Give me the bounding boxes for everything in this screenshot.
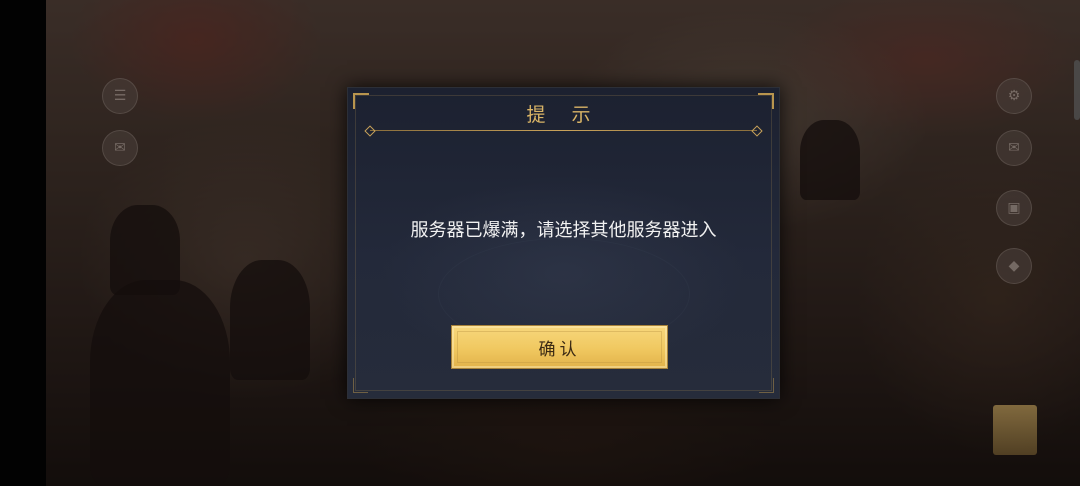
dialog-title: 提 示 — [526, 104, 601, 126]
chat-icon[interactable]: ✉ — [102, 130, 138, 166]
mail-icon[interactable]: ✉ — [996, 130, 1032, 166]
settings-icon[interactable]: ⚙ — [996, 78, 1032, 114]
left-black-bar — [0, 0, 46, 486]
corner-ornament — [353, 378, 368, 393]
bag-icon[interactable]: ▣ — [996, 190, 1032, 226]
dialog-message: 服务器已爆满，请选择其他服务器进入 — [410, 220, 717, 241]
figure-silhouette — [800, 120, 860, 200]
figure-silhouette — [90, 280, 230, 486]
menu-icon[interactable]: ☰ — [102, 78, 138, 114]
confirm-button[interactable]: 确认 — [451, 325, 668, 369]
title-divider — [370, 130, 757, 131]
notice-dialog: 提 示 服务器已爆满，请选择其他服务器进入 确认 — [347, 87, 780, 399]
task-icon[interactable]: ◆ — [996, 248, 1032, 284]
item-slot[interactable] — [993, 405, 1037, 455]
game-screen: ☰ ✉ ⚙ ✉ ▣ ◆ 提 示 服务器已爆满，请选择其他服务器进入 确认 — [0, 0, 1080, 486]
confirm-button-label: 确认 — [538, 339, 581, 360]
edge-handle[interactable] — [1074, 60, 1080, 120]
figure-silhouette — [230, 260, 310, 380]
corner-ornament — [759, 378, 774, 393]
